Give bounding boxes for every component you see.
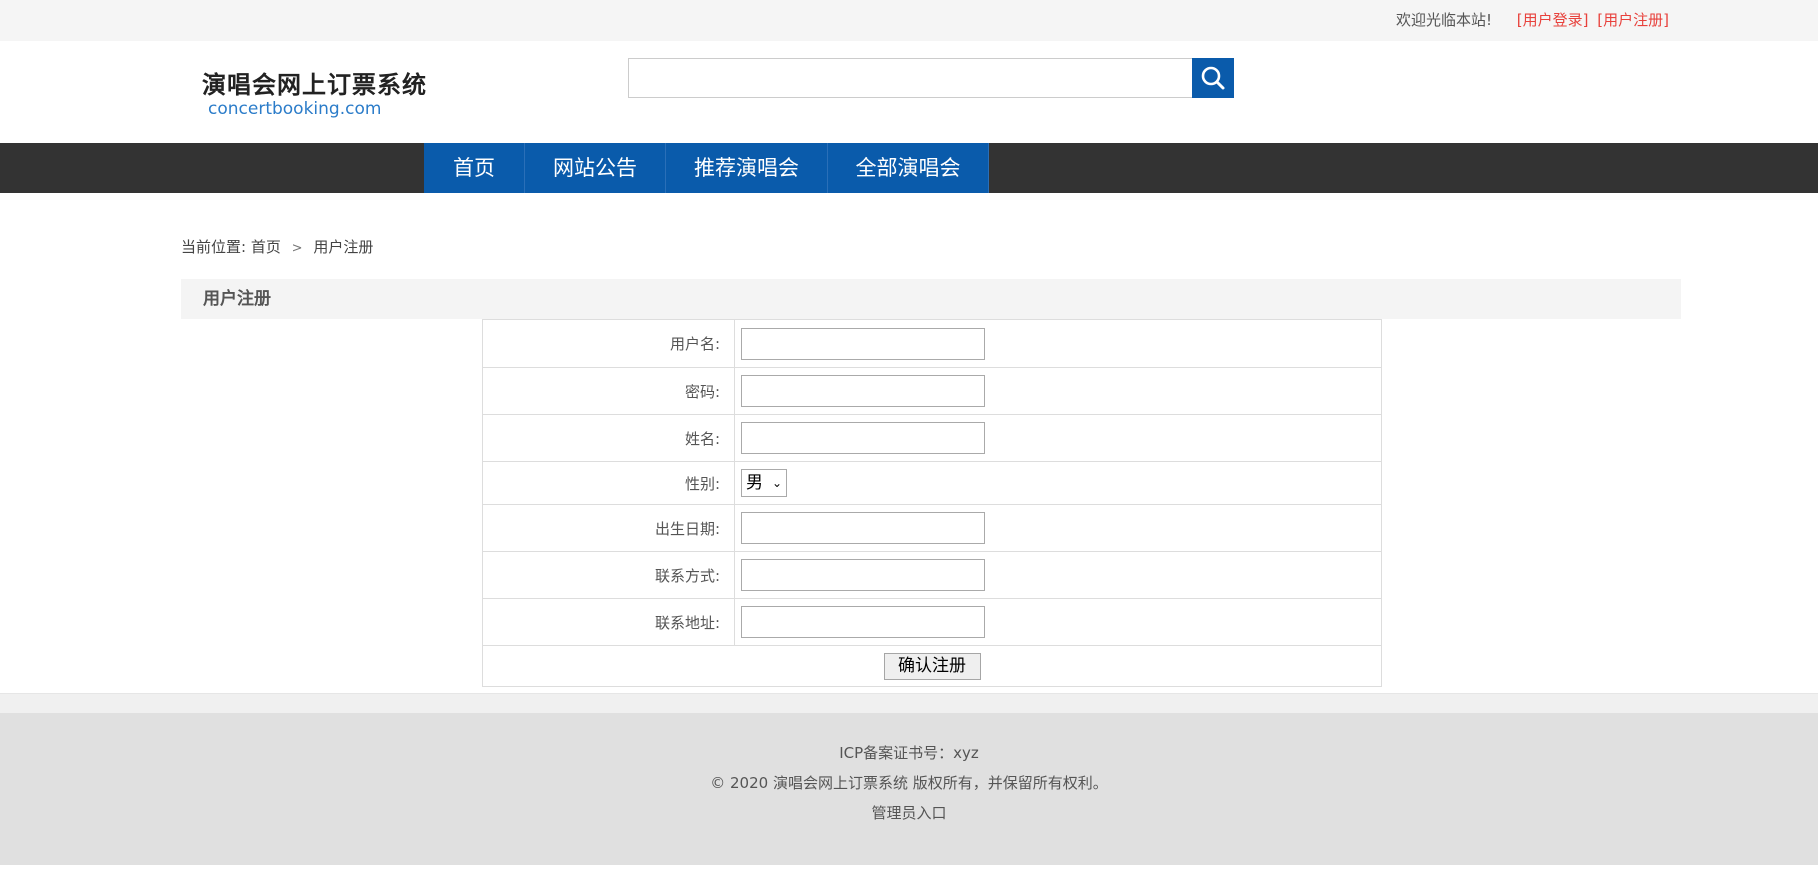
form-row-gender: 性别: 男 ⌄	[482, 461, 1382, 505]
main-nav: 首页 网站公告 推荐演唱会 全部演唱会	[0, 143, 1818, 193]
registration-form: 用户名: 密码: 姓名: 性别: 男 ⌄ 出生日期: 联系方式: 联系地址: 确…	[482, 319, 1382, 687]
username-input[interactable]	[741, 327, 985, 360]
icp-text: ICP备案证书号：xyz	[839, 744, 979, 762]
nav-item-announcements[interactable]: 网站公告	[525, 143, 666, 193]
search-icon	[1201, 66, 1225, 90]
birthdate-input[interactable]	[741, 512, 985, 544]
gender-select[interactable]: 男 ⌄	[741, 469, 787, 497]
admin-entry-link[interactable]: 管理员入口	[871, 804, 946, 822]
nav-item-home[interactable]: 首页	[424, 143, 525, 193]
logo-title: 演唱会网上订票系统	[202, 70, 427, 99]
birthdate-label: 出生日期:	[482, 504, 735, 552]
search-input[interactable]	[628, 58, 1192, 98]
form-row-username: 用户名:	[482, 319, 1382, 368]
chevron-down-icon: ⌄	[771, 476, 782, 490]
site-footer: ICP备案证书号：xyz © 2020 演唱会网上订票系统 版权所有，并保留所有…	[0, 713, 1818, 865]
confirm-register-button[interactable]: 确认注册	[883, 652, 981, 680]
search-button[interactable]	[1192, 58, 1234, 98]
contact-input[interactable]	[741, 559, 985, 591]
site-logo[interactable]: 演唱会网上订票系统 concertbooking.com	[202, 70, 427, 131]
breadcrumb: 当前位置: 首页 > 用户注册	[181, 237, 373, 259]
site-header: 演唱会网上订票系统 concertbooking.com	[0, 41, 1818, 143]
register-link[interactable]: [用户注册]	[1597, 11, 1669, 29]
form-row-birthdate: 出生日期:	[482, 504, 1382, 552]
breadcrumb-prefix: 当前位置:	[181, 238, 247, 256]
form-row-name: 姓名:	[482, 414, 1382, 462]
address-input[interactable]	[741, 606, 985, 638]
copyright-text: © 2020 演唱会网上订票系统 版权所有，并保留所有权利。	[710, 774, 1108, 792]
section-title: 用户注册	[181, 279, 1681, 319]
breadcrumb-current: 用户注册	[313, 238, 374, 256]
password-input[interactable]	[741, 375, 985, 407]
gender-selected-value: 男	[746, 473, 763, 493]
name-input[interactable]	[741, 422, 985, 454]
form-row-address: 联系地址:	[482, 598, 1382, 646]
address-label: 联系地址:	[482, 598, 735, 646]
form-row-contact: 联系方式:	[482, 551, 1382, 599]
logo-domain: concertbooking.com	[208, 99, 382, 119]
chevron-right-icon: >	[291, 241, 303, 256]
contact-label: 联系方式:	[482, 551, 735, 599]
gender-label: 性别:	[482, 461, 735, 505]
name-label: 姓名:	[482, 414, 735, 462]
nav-item-recommended-concerts[interactable]: 推荐演唱会	[666, 143, 828, 193]
nav-item-all-concerts[interactable]: 全部演唱会	[828, 143, 989, 193]
form-row-password: 密码:	[482, 367, 1382, 415]
welcome-text: 欢迎光临本站!	[1395, 11, 1492, 29]
top-bar: 欢迎光临本站! [用户登录] [用户注册]	[0, 0, 1818, 41]
top-bar-links: 欢迎光临本站! [用户登录] [用户注册]	[1396, 10, 1669, 30]
username-label: 用户名:	[482, 319, 735, 368]
breadcrumb-home-link[interactable]: 首页	[251, 238, 281, 256]
password-label: 密码:	[482, 367, 735, 415]
footer-divider	[0, 693, 1818, 713]
login-link[interactable]: [用户登录]	[1517, 11, 1589, 29]
form-row-submit: 确认注册	[482, 645, 1382, 687]
